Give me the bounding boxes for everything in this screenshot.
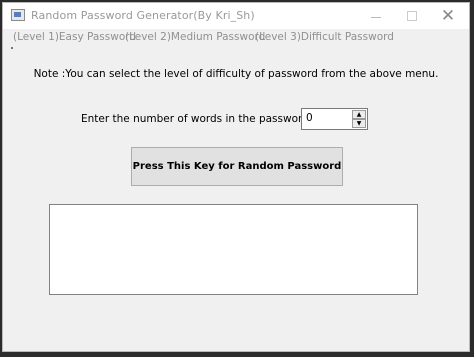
- close-button[interactable]: ✕: [433, 3, 463, 29]
- title-bar: Random Password Generator(By Kri_Sh) ✕: [3, 3, 469, 29]
- menu-tearoff-marker: [11, 47, 13, 49]
- app-window: Random Password Generator(By Kri_Sh) ✕ (…: [2, 2, 470, 352]
- close-icon: ✕: [440, 6, 456, 26]
- menu-difficult-password[interactable]: (Level 3)Difficult Password: [255, 31, 394, 43]
- word-count-value[interactable]: 0: [306, 112, 313, 124]
- menu-easy-password[interactable]: (Level 1)Easy Password: [13, 31, 136, 43]
- generate-password-button[interactable]: Press This Key for Random Password: [131, 147, 343, 186]
- maximize-icon: [407, 11, 417, 21]
- spinbox-arrows: ▲ ▼: [352, 110, 366, 128]
- minimize-button[interactable]: [361, 3, 391, 29]
- menu-medium-password[interactable]: (Level 2)Medium Password: [125, 31, 265, 43]
- minimize-icon: [371, 16, 381, 18]
- spin-down-button[interactable]: ▼: [352, 119, 366, 128]
- word-count-label: Enter the number of words in the passwor…: [81, 113, 316, 125]
- maximize-button[interactable]: [397, 3, 427, 29]
- arrow-up-icon: ▲: [356, 110, 362, 118]
- app-window-icon: [11, 9, 25, 21]
- spin-up-button[interactable]: ▲: [352, 110, 366, 119]
- arrow-down-icon: ▼: [356, 119, 362, 127]
- word-count-spinbox[interactable]: 0 ▲ ▼: [301, 108, 368, 130]
- menu-bar: (Level 1)Easy Password (Level 2)Medium P…: [3, 29, 469, 49]
- instruction-note: Note :You can select the level of diffic…: [33, 68, 439, 80]
- password-output-box[interactable]: [49, 204, 418, 295]
- window-title: Random Password Generator(By Kri_Sh): [31, 9, 255, 22]
